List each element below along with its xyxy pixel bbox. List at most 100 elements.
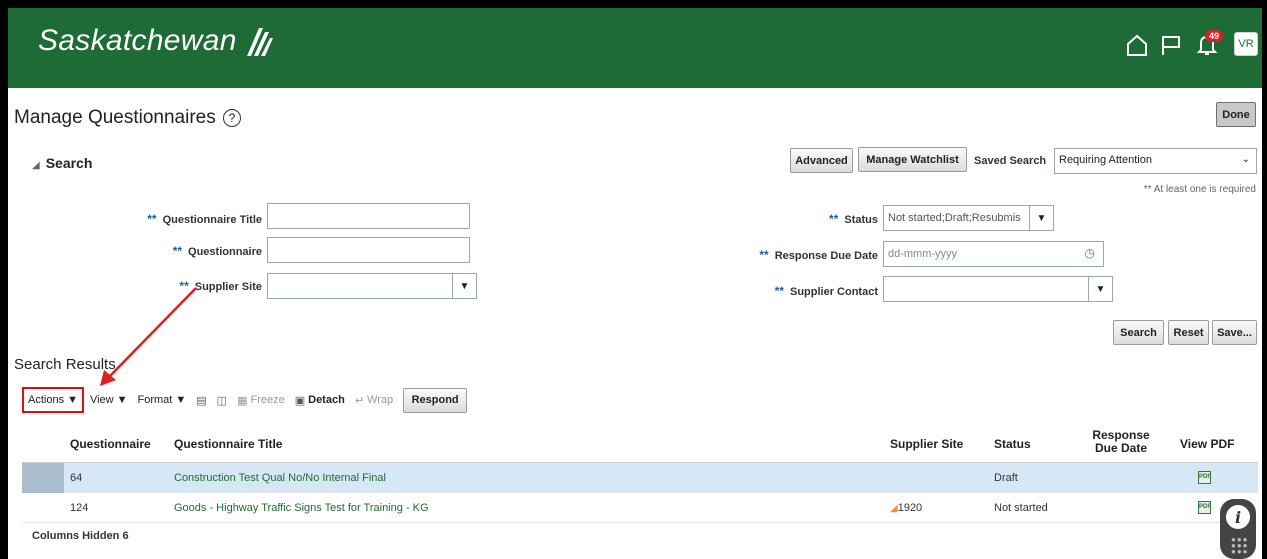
row-selector[interactable] [22, 493, 64, 523]
columns-hidden-status: Columns Hidden 6 [32, 530, 129, 542]
dropdown-arrow-icon[interactable]: ▼ [1029, 206, 1053, 230]
format-label: Format [137, 394, 173, 406]
col-view-pdf[interactable]: View PDF [1180, 437, 1234, 451]
supplier-contact-combobox[interactable]: ▼ [883, 276, 1113, 302]
response-due-date-input[interactable]: dd-mmm-yyyy ◷ [883, 241, 1104, 267]
notification-badge: 49 [1205, 30, 1224, 42]
cell-status: Not started [994, 502, 1048, 514]
brand-logo[interactable]: Saskatchewan [38, 24, 275, 58]
table-row[interactable]: 64 Construction Test Qual No/No Internal… [22, 463, 1258, 493]
results-toolbar: Actions ▼ View ▼ Format ▼ ▤ ◫ ▦ Freeze ▣ Deta… [22, 386, 468, 414]
detach-button[interactable]: ▣ Detach [295, 394, 345, 407]
cell-supplier-site: ◢1920 [890, 502, 922, 514]
col-status[interactable]: Status [994, 437, 1031, 451]
freeze-button[interactable]: ▦ Freeze [237, 394, 285, 407]
status-label-text: Status [844, 214, 878, 226]
page-title: Manage Questionnaires [14, 107, 216, 128]
col-supplier-site[interactable]: Supplier Site [890, 437, 963, 451]
search-section-label: Search [45, 155, 93, 171]
freeze-icon: ▦ [237, 394, 248, 407]
pdf-icon[interactable]: PDF [1198, 501, 1211, 514]
global-header: Saskatchewan 49 VR [8, 8, 1262, 88]
done-button[interactable]: Done [1216, 102, 1256, 127]
col-questionnaire-title[interactable]: Questionnaire Title [174, 437, 282, 451]
brand-name: Saskatchewan [38, 24, 237, 57]
required-marker: ** [172, 244, 183, 258]
supplier-site-label: ** Supplier Site [108, 279, 262, 293]
user-avatar[interactable]: VR [1234, 32, 1258, 56]
questionnaire-input[interactable] [267, 237, 470, 263]
dropdown-arrow-icon: ▼ [67, 394, 78, 406]
actions-menu[interactable]: Actions ▼ [22, 387, 84, 413]
view-label: View [89, 394, 114, 406]
col-response-due-date[interactable]: Response Due Date [1090, 429, 1152, 455]
questionnaire-title-input[interactable] [267, 203, 470, 229]
detach-icon: ▣ [294, 394, 306, 407]
search-results-title: Search Results [14, 356, 116, 373]
cell-questionnaire: 124 [70, 502, 89, 514]
actions-label: Actions [28, 394, 65, 406]
col-questionnaire[interactable]: Questionnaire [70, 437, 151, 451]
respond-button[interactable]: Respond [403, 387, 468, 413]
advanced-button[interactable]: Advanced [790, 148, 853, 173]
drag-grip-icon[interactable]: ●●● ●●● ●●● [1231, 536, 1249, 556]
supplier-site-label-text: Supplier Site [194, 281, 262, 293]
response-due-date-label: ** Response Due Date [728, 248, 878, 262]
query-by-example-icon[interactable]: ▤ [196, 394, 206, 407]
dropdown-arrow-icon: ▼ [175, 394, 187, 406]
row-selector[interactable] [22, 463, 64, 493]
reset-button[interactable]: Reset [1168, 320, 1209, 345]
supplier-flag-icon: ◢ [890, 503, 898, 514]
app-window: Saskatchewan 49 VR Manage Questionnaires… [8, 8, 1262, 559]
dropdown-arrow-icon[interactable]: ▼ [1088, 277, 1112, 301]
freeze-label: Freeze [250, 394, 285, 406]
status-value: Not started;Draft;Resubmis [888, 212, 1021, 224]
wheat-logo-icon [246, 28, 273, 56]
status-label: ** Status [728, 212, 878, 226]
flag-icon[interactable] [1158, 32, 1184, 58]
questionnaire-title-label-text: Questionnaire Title [162, 214, 262, 226]
saved-search-select[interactable]: Requiring Attention ⌄ [1054, 148, 1257, 174]
calendar-icon[interactable]: ◷ [1085, 246, 1095, 260]
home-icon[interactable] [1124, 32, 1150, 58]
wrap-button[interactable]: ↵ Wrap [355, 394, 393, 407]
date-placeholder: dd-mmm-yyyy [888, 248, 958, 260]
cell-supplier-site-value: 1920 [897, 502, 923, 514]
questionnaire-label-text: Questionnaire [188, 246, 262, 258]
help-widget[interactable]: i ●●● ●●● ●●● [1220, 499, 1256, 559]
saved-search-label: Saved Search [974, 155, 1047, 167]
required-marker: ** [147, 212, 157, 226]
cell-questionnaire-title[interactable]: Goods - Highway Traffic Signs Test for T… [174, 502, 429, 514]
required-marker: ** [759, 248, 769, 262]
response-due-date-label-text: Response Due Date [774, 250, 878, 262]
required-marker: ** [829, 212, 839, 226]
wrap-label: Wrap [367, 394, 394, 406]
wrap-icon: ↵ [354, 394, 365, 407]
table-header: Questionnaire Questionnaire Title Suppli… [22, 423, 1258, 463]
status-select[interactable]: Not started;Draft;Resubmis ▼ [883, 205, 1054, 231]
chevron-down-icon: ⌄ [1241, 154, 1250, 165]
format-menu[interactable]: Format ▼ [138, 394, 187, 406]
manage-watchlist-button[interactable]: Manage Watchlist [858, 147, 967, 172]
results-table: Questionnaire Questionnaire Title Suppli… [22, 423, 1258, 523]
cell-status: Draft [994, 472, 1018, 484]
cell-questionnaire: 64 [70, 472, 83, 484]
supplier-contact-label-text: Supplier Contact [789, 286, 878, 298]
view-menu[interactable]: View ▼ [90, 394, 128, 406]
filter-icon[interactable]: ◫ [217, 394, 227, 407]
cell-questionnaire-title[interactable]: Construction Test Qual No/No Internal Fi… [174, 472, 386, 484]
required-note: ** At least one is required [1143, 184, 1256, 195]
save-search-button[interactable]: Save... [1212, 320, 1257, 345]
supplier-site-combobox[interactable]: ▼ [267, 273, 477, 299]
table-row[interactable]: 124 Goods - Highway Traffic Signs Test f… [22, 493, 1258, 523]
saved-search-value: Requiring Attention [1059, 154, 1152, 166]
search-button[interactable]: Search [1113, 320, 1164, 345]
dropdown-arrow-icon[interactable]: ▼ [452, 274, 476, 298]
questionnaire-title-label: ** Questionnaire Title [108, 212, 262, 226]
info-icon[interactable]: i [1224, 503, 1252, 531]
pdf-icon[interactable]: PDF [1198, 471, 1211, 484]
search-section-toggle[interactable]: ◢ Search [32, 155, 92, 171]
supplier-contact-label: ** Supplier Contact [728, 284, 878, 298]
help-icon[interactable]: ? [223, 109, 241, 127]
dropdown-arrow-icon: ▼ [116, 394, 128, 406]
